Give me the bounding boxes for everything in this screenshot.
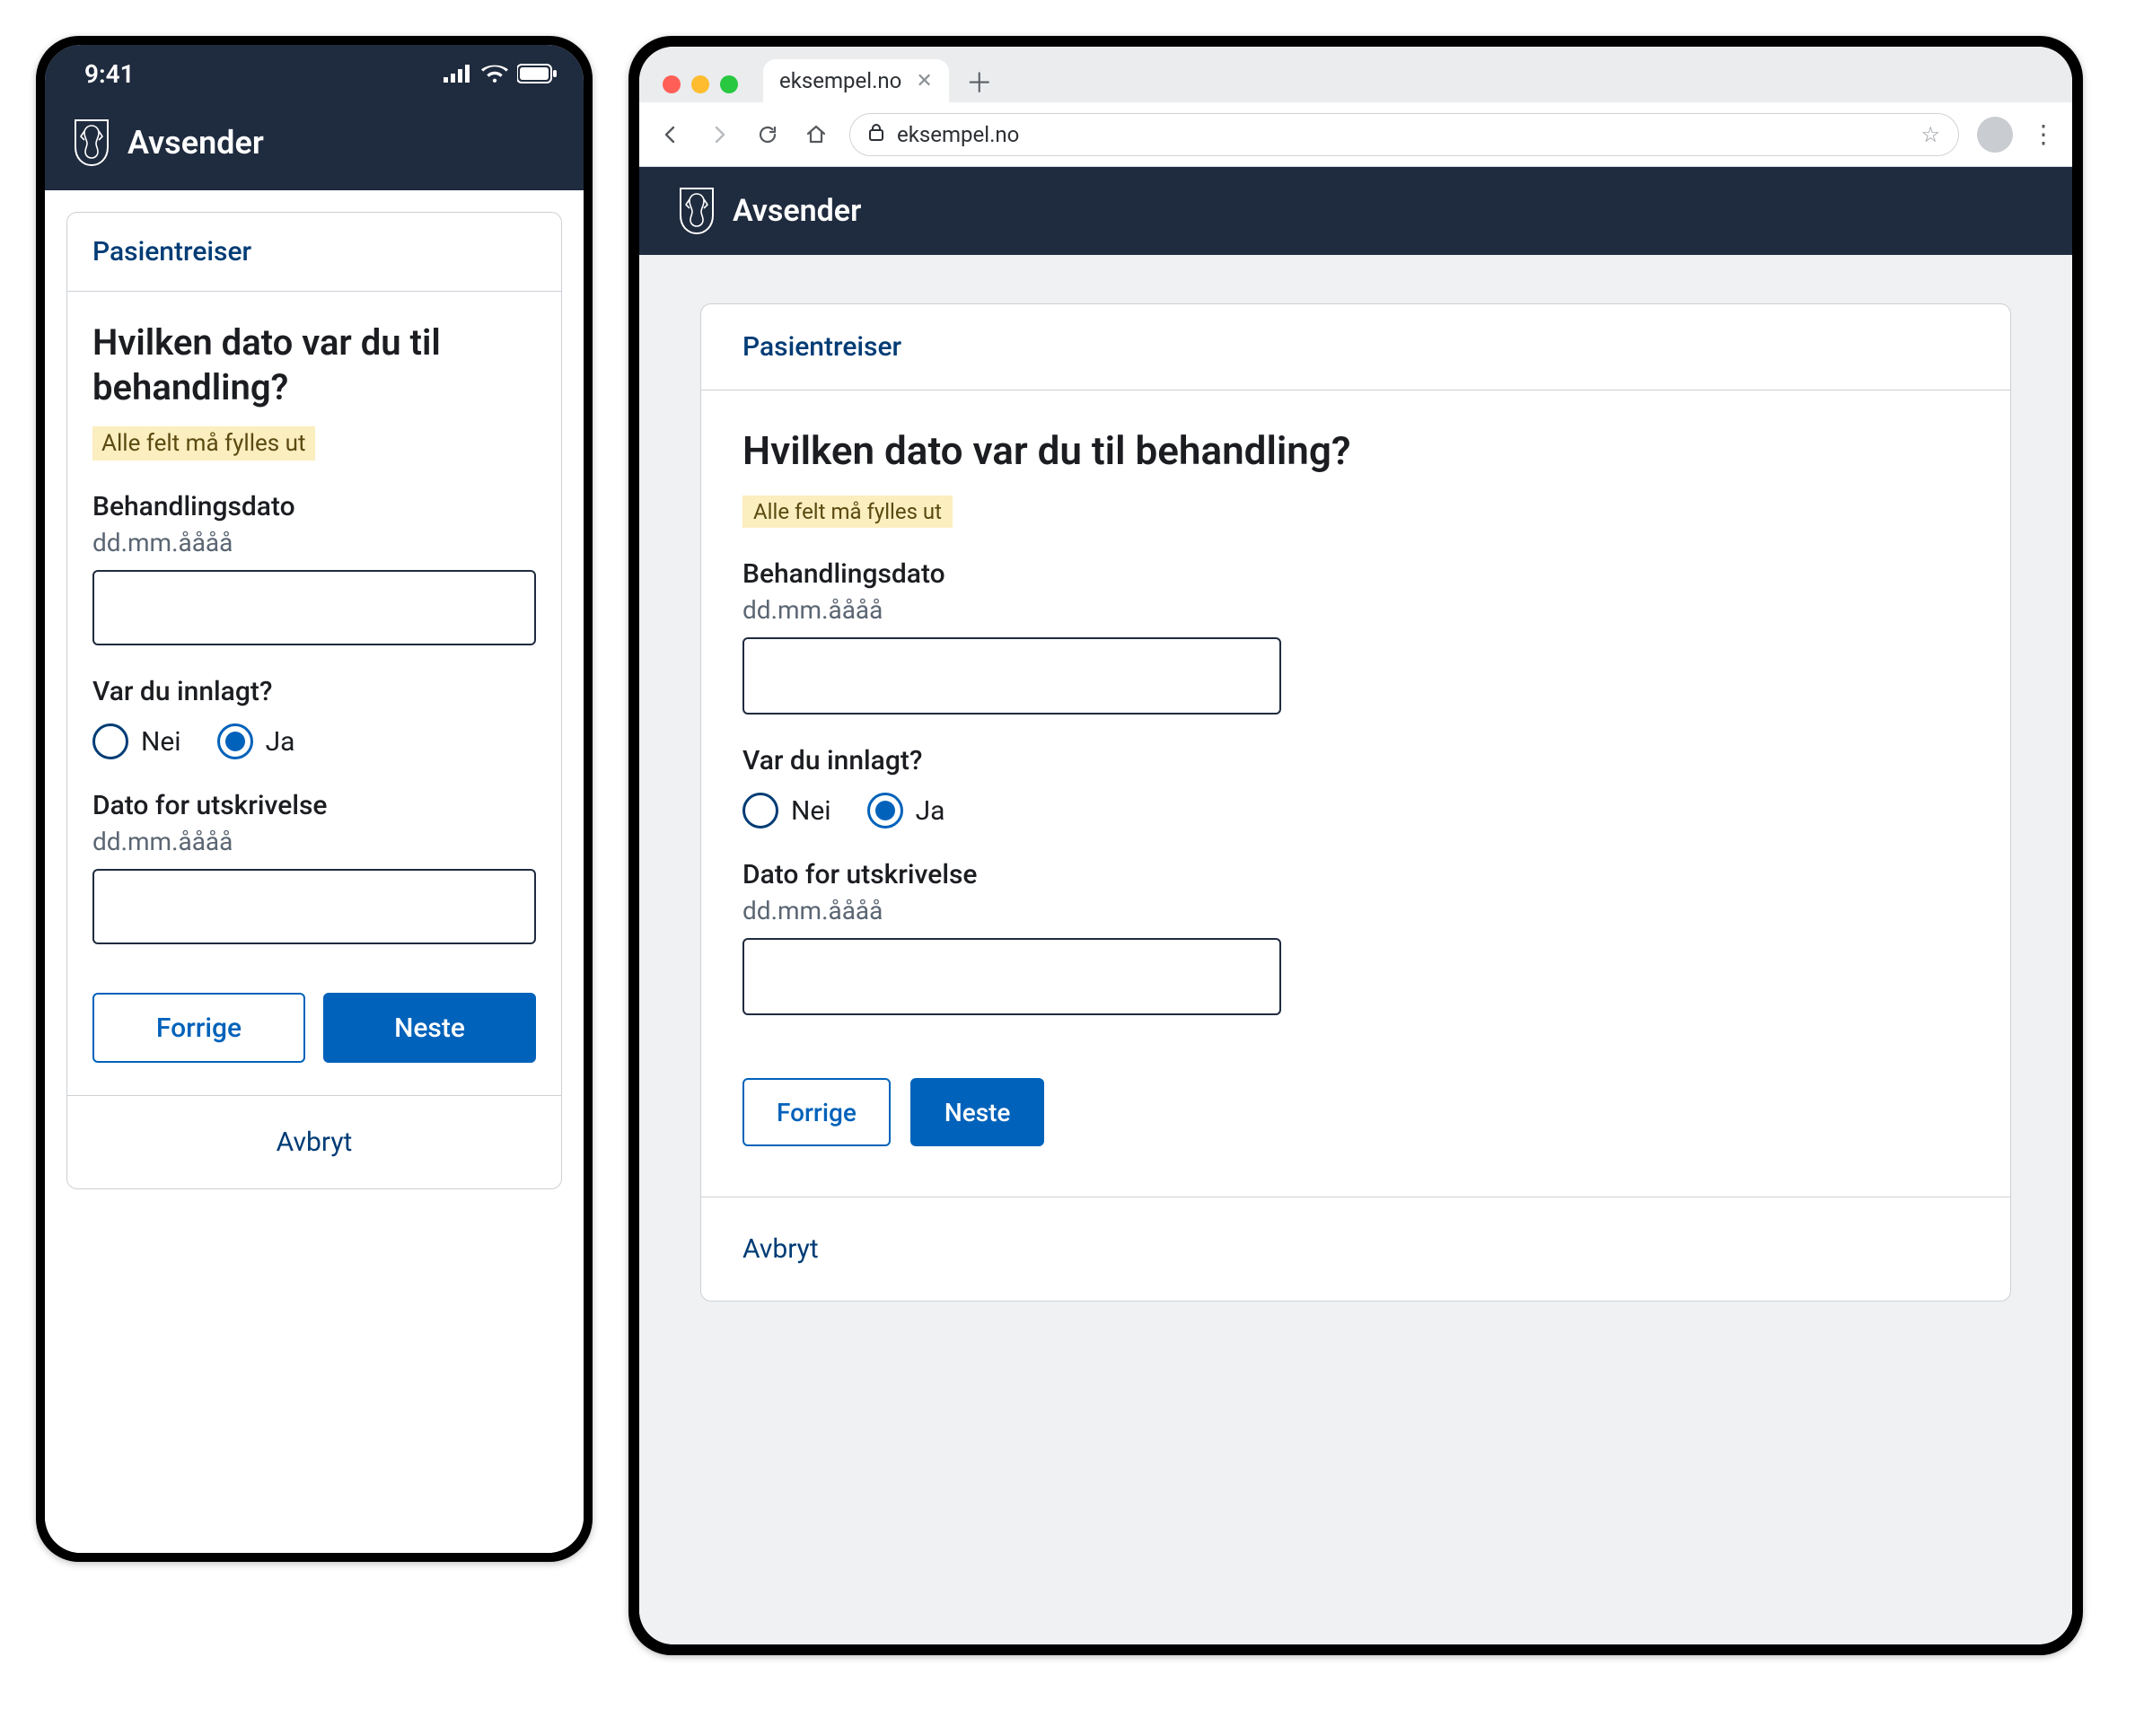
admitted-label: Var du innlagt? [742, 745, 1969, 776]
window-traffic-lights[interactable] [663, 75, 738, 93]
field-discharge-date: Dato for utskrivelse dd.mm.åååå [92, 790, 536, 944]
discharge-date-hint: dd.mm.åååå [92, 827, 536, 856]
browser-chrome: eksempel.no ✕ ＋ [639, 47, 2072, 167]
required-notice-tag: Alle felt må fylles ut [742, 495, 953, 528]
tablet-device-frame: eksempel.no ✕ ＋ [628, 36, 2083, 1655]
form-context-title: Pasientreiser [701, 304, 2010, 390]
next-button[interactable]: Neste [323, 993, 536, 1063]
admitted-label: Var du innlagt? [92, 676, 536, 707]
browser-tab-title: eksempel.no [779, 68, 901, 93]
treatment-date-hint: dd.mm.åååå [92, 528, 536, 557]
treatment-date-label: Behandlingsdato [742, 558, 1969, 590]
treatment-date-label: Behandlingsdato [92, 491, 536, 522]
status-time: 9:41 [84, 59, 135, 89]
profile-avatar[interactable] [1977, 117, 2013, 153]
browser-tab[interactable]: eksempel.no ✕ [763, 59, 949, 102]
radio-no-label: Nei [141, 726, 181, 758]
discharge-date-input[interactable] [742, 938, 1281, 1015]
phone-device-frame: 9:41 Avsender Pasientreiser Hvilken dato… [36, 36, 593, 1562]
cancel-link[interactable]: Avbryt [701, 1197, 2010, 1301]
nav-back-icon[interactable] [655, 119, 686, 150]
treatment-date-hint: dd.mm.åååå [742, 595, 1969, 625]
radio-yes-label: Ja [266, 726, 295, 758]
radio-yes-label: Ja [916, 795, 945, 827]
field-treatment-date: Behandlingsdato dd.mm.åååå [92, 491, 536, 645]
wifi-icon [481, 64, 508, 83]
coat-of-arms-icon [677, 187, 716, 235]
bookmark-star-icon[interactable]: ☆ [1920, 122, 1940, 147]
previous-button[interactable]: Forrige [92, 993, 305, 1063]
browser-menu-icon[interactable]: ⋮ [2031, 122, 2056, 147]
radio-admitted-yes[interactable]: Ja [867, 793, 945, 829]
close-tab-icon[interactable]: ✕ [916, 70, 932, 92]
form-heading: Hvilken dato var du til behandling? [92, 320, 536, 410]
phone-status-bar: 9:41 [45, 45, 584, 102]
address-bar-url: eksempel.no [897, 122, 1019, 147]
previous-button[interactable]: Forrige [742, 1078, 891, 1146]
next-button[interactable]: Neste [910, 1078, 1045, 1146]
battery-icon [517, 64, 557, 83]
home-icon[interactable] [801, 119, 831, 150]
treatment-date-input[interactable] [742, 637, 1281, 715]
radio-admitted-yes[interactable]: Ja [217, 723, 295, 759]
radio-admitted-no[interactable]: Nei [742, 793, 831, 829]
field-admitted: Var du innlagt? Nei Ja [742, 745, 1969, 829]
treatment-date-input[interactable] [92, 570, 536, 645]
discharge-date-label: Dato for utskrivelse [742, 859, 1969, 890]
status-icons [444, 64, 557, 83]
discharge-date-input[interactable] [92, 869, 536, 944]
form-context-title: Pasientreiser [67, 213, 561, 292]
form-card: Pasientreiser Hvilken dato var du til be… [66, 212, 562, 1189]
field-treatment-date: Behandlingsdato dd.mm.åååå [742, 558, 1969, 715]
new-tab-button[interactable]: ＋ [962, 63, 997, 99]
app-brand-title: Avsender [127, 124, 264, 162]
coat-of-arms-icon [72, 118, 111, 167]
discharge-date-label: Dato for utskrivelse [92, 790, 536, 821]
field-admitted: Var du innlagt? Nei Ja [92, 676, 536, 759]
site-header: Avsender [639, 167, 2072, 255]
address-bar[interactable]: eksempel.no ☆ [849, 113, 1959, 156]
form-card: Pasientreiser Hvilken dato var du til be… [700, 303, 2011, 1302]
radio-no-label: Nei [791, 795, 831, 827]
site-brand-title: Avsender [733, 193, 861, 229]
discharge-date-hint: dd.mm.åååå [742, 896, 1969, 925]
form-heading: Hvilken dato var du til behandling? [742, 426, 1969, 476]
app-header: Avsender [45, 102, 584, 190]
nav-forward-icon [704, 119, 734, 150]
lock-icon [868, 123, 884, 145]
required-notice-tag: Alle felt må fylles ut [92, 426, 315, 460]
field-discharge-date: Dato for utskrivelse dd.mm.åååå [742, 859, 1969, 1015]
cancel-link[interactable]: Avbryt [67, 1095, 561, 1188]
cellular-icon [444, 65, 472, 83]
radio-admitted-no[interactable]: Nei [92, 723, 181, 759]
reload-icon[interactable] [752, 119, 783, 150]
